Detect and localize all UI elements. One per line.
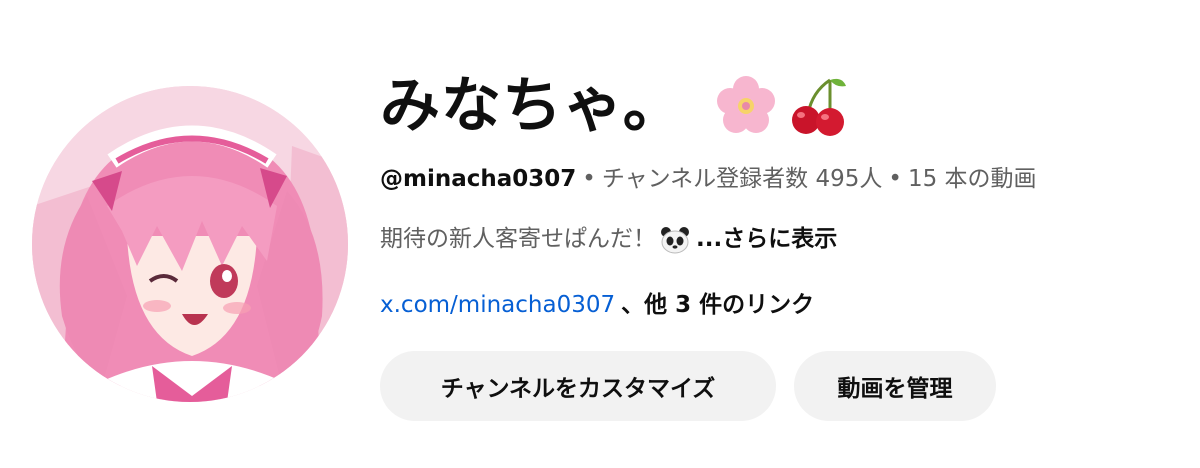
other-links[interactable]: 、他 3 件のリンク <box>621 292 814 318</box>
description-text: 期待の新人客寄せぱんだ！ <box>380 225 656 252</box>
customize-channel-button[interactable]: チャンネルをカスタマイズ <box>380 351 776 422</box>
external-link[interactable]: x.com/minacha0307 <box>380 292 615 318</box>
manage-videos-button[interactable]: 動画を管理 <box>794 351 996 422</box>
channel-meta: @minacha0307 • チャンネル登録者数 495人 • 15 本の動画 <box>380 166 1180 194</box>
channel-handle: @minacha0307 <box>380 166 577 192</box>
show-more-link[interactable]: ...さらに表示 <box>696 226 837 254</box>
channel-info: みなちゃ。 @minacha0307 • チャンネル登録者数 495人 • 15… <box>380 60 1180 422</box>
meta-separator: • <box>888 166 902 192</box>
cherries-icon <box>791 78 846 136</box>
cherry-blossom-icon <box>716 76 775 133</box>
action-buttons: チャンネルをカスタマイズ 動画を管理 <box>380 351 1180 422</box>
title-row: みなちゃ。 <box>380 60 1180 152</box>
subscriber-count: チャンネル登録者数 495人 <box>601 166 883 192</box>
channel-links: x.com/minacha0307 、他 3 件のリンク <box>380 292 1180 320</box>
panda-icon <box>661 226 689 254</box>
meta-separator: • <box>582 166 596 192</box>
channel-name: みなちゃ。 <box>380 71 684 141</box>
channel-avatar[interactable] <box>32 86 348 402</box>
video-count: 15 本の動画 <box>907 166 1037 192</box>
channel-description[interactable]: 期待の新人客寄せぱんだ！ ...さらに表示 <box>380 226 1180 254</box>
name-emojis <box>714 74 850 138</box>
avatar-illustration <box>32 86 348 402</box>
